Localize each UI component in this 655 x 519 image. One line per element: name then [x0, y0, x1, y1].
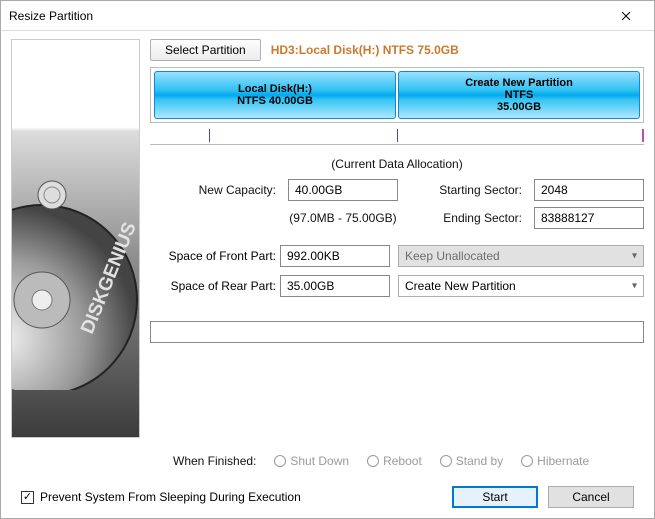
allocation-timeline [150, 129, 644, 145]
start-button[interactable]: Start [452, 486, 538, 508]
reboot-radio: Reboot [367, 454, 422, 468]
partition-bar[interactable]: Local Disk(H:) NTFS 40.00GB Create New P… [150, 67, 644, 123]
partition-block-current[interactable]: Local Disk(H:) NTFS 40.00GB [154, 71, 396, 119]
chevron-down-icon: ▾ [632, 251, 637, 262]
starting-sector-input[interactable] [534, 179, 644, 201]
ending-sector-label: Ending Sector: [406, 211, 526, 225]
capacity-range-note: (97.0MB - 75.00GB) [288, 211, 398, 225]
space-front-input[interactable] [280, 245, 390, 267]
selected-partition-info: HD3:Local Disk(H:) NTFS 75.0GB [271, 43, 459, 57]
when-finished-check[interactable]: When Finished: [169, 454, 256, 468]
cancel-button[interactable]: Cancel [548, 486, 634, 508]
standby-radio: Stand by [440, 454, 503, 468]
partition-block-new[interactable]: Create New Partition NTFS 35.00GB [398, 71, 640, 119]
checkbox-icon: ✓ [21, 491, 34, 504]
space-rear-input[interactable] [280, 275, 390, 297]
shutdown-radio: Shut Down [274, 454, 349, 468]
space-front-label: Space of Front Part: [150, 249, 280, 263]
close-button[interactable] [606, 2, 646, 30]
hdd-illustration: DISKGENIUS [11, 39, 140, 438]
close-icon [621, 11, 631, 21]
new-capacity-input[interactable] [288, 179, 398, 201]
rear-action-combo[interactable]: Create New Partition ▾ [398, 275, 644, 297]
titlebar: Resize Partition [1, 1, 654, 31]
allocation-title: (Current Data Allocation) [150, 157, 644, 171]
progress-bar [150, 321, 644, 343]
ending-sector-input[interactable] [534, 207, 644, 229]
window-title: Resize Partition [9, 9, 606, 23]
chevron-down-icon: ▾ [632, 281, 637, 292]
prevent-sleep-check[interactable]: ✓ Prevent System From Sleeping During Ex… [21, 490, 301, 504]
select-partition-button[interactable]: Select Partition [150, 39, 261, 61]
new-capacity-label: New Capacity: [150, 183, 280, 197]
hibernate-radio: Hibernate [521, 454, 589, 468]
front-action-combo: Keep Unallocated ▾ [398, 245, 644, 267]
starting-sector-label: Starting Sector: [406, 183, 526, 197]
resize-partition-dialog: Resize Partition [0, 0, 655, 519]
space-rear-label: Space of Rear Part: [150, 279, 280, 293]
when-finished-row: When Finished: Shut Down Reboot Stand by… [11, 448, 644, 470]
